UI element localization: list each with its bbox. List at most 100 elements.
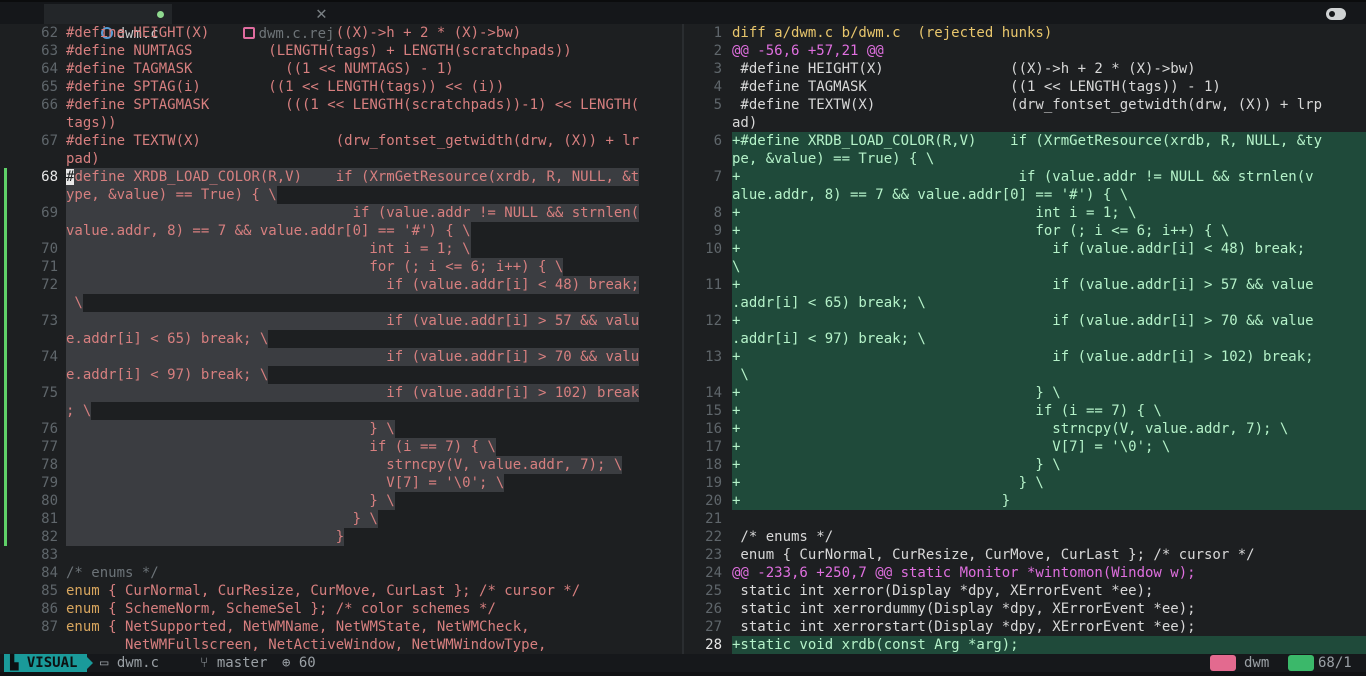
code-line[interactable]: 25 static int xerror(Display *dpy, XErro… xyxy=(684,582,1366,600)
line-text: #define SPTAGMASK (((1 << LENGTH(scratch… xyxy=(66,97,640,113)
code-line[interactable]: 8 + int i = 1; \ xyxy=(684,204,1366,222)
left-editor-pane[interactable]: 62 #define HEIGHT(X) ((X)->h + 2 * (X)->b… xyxy=(0,24,682,654)
code-line[interactable]: 80 } \ xyxy=(0,492,682,510)
code-line[interactable]: 26 static int xerrordummy(Display *dpy, … xyxy=(684,600,1366,618)
code-line[interactable]: 75 if (value.addr[i] > 102) break xyxy=(0,384,682,402)
keyword: enum xyxy=(66,619,100,635)
code-line[interactable]: 68 #define XRDB_LOAD_COLOR(R,V) if (XrmGe… xyxy=(0,168,682,186)
tab-dwm-c[interactable]: dwm.c xyxy=(44,4,172,42)
code-line[interactable]: .addr[i] < 97) break; \ xyxy=(684,330,1366,348)
git-sign-added xyxy=(4,258,7,276)
line-text: #define TAGMASK ((1 << NUMTAGS) - 1) xyxy=(66,61,454,77)
line-text: int i = 1; \ xyxy=(66,240,471,258)
code-line[interactable]: 72 if (value.addr[i] < 48) break; xyxy=(0,276,682,294)
code-line[interactable]: 70 int i = 1; \ xyxy=(0,240,682,258)
code-line[interactable]: ; \ xyxy=(0,402,682,420)
code-line[interactable]: 24 @@ -233,6 +250,7 @@ static Monitor *wi… xyxy=(684,564,1366,582)
code-line[interactable]: 12 + if (value.addr[i] > 70 && value xyxy=(684,312,1366,330)
code-line[interactable]: 86 enum { SchemeNorm, SchemeSel }; /* col… xyxy=(0,600,682,618)
code-line[interactable]: 87 enum { NetSupported, NetWMName, NetWMS… xyxy=(0,618,682,636)
line-text: + } \ xyxy=(732,456,1366,474)
code-line[interactable]: 13 + if (value.addr[i] > 102) break; xyxy=(684,348,1366,366)
code-line[interactable]: 21 xyxy=(684,510,1366,528)
line-number: 63 xyxy=(41,43,58,59)
line-number: 72 xyxy=(41,277,58,293)
code-line[interactable]: 64 #define TAGMASK ((1 << NUMTAGS) - 1) xyxy=(0,60,682,78)
code-line[interactable]: 81 } \ xyxy=(0,510,682,528)
code-line[interactable]: 74 if (value.addr[i] > 70 && valu xyxy=(0,348,682,366)
code-line[interactable]: 28 +static void xrdb(const Arg *arg); xyxy=(684,636,1366,654)
code-line[interactable]: 27 static int xerrorstart(Display *dpy, … xyxy=(684,618,1366,636)
line-text: pe, &value) == True) { \ xyxy=(732,150,1366,168)
line-number: 8 xyxy=(713,205,722,221)
code-line[interactable]: 63 #define NUMTAGS (LENGTH(tags) + LENGTH… xyxy=(0,42,682,60)
code-line[interactable]: 14 + } \ xyxy=(684,384,1366,402)
line-number: 14 xyxy=(705,385,722,401)
code-line[interactable]: 16 + strncpy(V, value.addr, 7); \ xyxy=(684,420,1366,438)
code-line[interactable]: 10 + if (value.addr[i] < 48) break; xyxy=(684,240,1366,258)
code-line[interactable]: 65 #define SPTAG(i) ((1 << LENGTH(tags)) … xyxy=(0,78,682,96)
code-line[interactable]: 17 + V[7] = '\0'; \ xyxy=(684,438,1366,456)
toggle-icon[interactable] xyxy=(1326,8,1346,20)
code-line[interactable]: 7 + if (value.addr != NULL && strnlen(v xyxy=(684,168,1366,186)
code-line[interactable]: 76 } \ xyxy=(0,420,682,438)
code-line[interactable]: 66 #define SPTAGMASK (((1 << LENGTH(scrat… xyxy=(0,96,682,114)
code-line[interactable]: 73 if (value.addr[i] > 57 && valu xyxy=(0,312,682,330)
code-line[interactable]: alue.addr, 8) == 7 && value.addr[0] == '… xyxy=(684,186,1366,204)
code-line[interactable]: pad) xyxy=(0,150,682,168)
git-sign-added xyxy=(4,186,7,204)
code-line[interactable]: 79 V[7] = '\0'; \ xyxy=(0,474,682,492)
code-line[interactable]: 69 if (value.addr != NULL && strnlen( xyxy=(0,204,682,222)
code-line[interactable]: \ xyxy=(0,294,682,312)
filetype-label: dwm xyxy=(1244,655,1270,671)
code-line[interactable]: 62 #define HEIGHT(X) ((X)->h + 2 * (X)->b… xyxy=(0,24,682,42)
code-line[interactable]: value.addr, 8) == 7 && value.addr[0] == … xyxy=(0,222,682,240)
code-line[interactable]: 83 xyxy=(0,546,682,564)
code-line[interactable]: .addr[i] < 65) break; \ xyxy=(684,294,1366,312)
code-line[interactable]: 67 #define TEXTW(X) (drw_fontset_getwidth… xyxy=(0,132,682,150)
editor-window: dwm.c dwm.c.rej ✕ 62 #define HEIGHT(X) ((… xyxy=(0,0,1366,676)
code-line[interactable]: tags)) xyxy=(0,114,682,132)
code-line[interactable]: 5 #define TEXTW(X) (drw_fontset_getwidth… xyxy=(684,96,1366,114)
close-icon[interactable]: ✕ xyxy=(316,4,327,24)
code-line[interactable]: ad) xyxy=(684,114,1366,132)
git-sign-added xyxy=(4,492,7,510)
code-line[interactable]: 3 #define HEIGHT(X) ((X)->h + 2 * (X)->b… xyxy=(684,60,1366,78)
code-line[interactable]: 18 + } \ xyxy=(684,456,1366,474)
line-number: 77 xyxy=(41,439,58,455)
code-line[interactable]: 84 /* enums */ xyxy=(0,564,682,582)
tab-dwm-c-rej[interactable]: dwm.c.rej ✕ xyxy=(172,4,342,42)
code-line[interactable]: 23 enum { CurNormal, CurResize, CurMove,… xyxy=(684,546,1366,564)
code-line[interactable]: 1 diff a/dwm.c b/dwm.c (rejected hunks) xyxy=(684,24,1366,42)
code-line[interactable]: e.addr[i] < 97) break; \ xyxy=(0,366,682,384)
line-text: #define TAGMASK ((1 << LENGTH(tags)) - 1… xyxy=(732,79,1221,95)
code-line[interactable]: 77 if (i == 7) { \ xyxy=(0,438,682,456)
command-line[interactable] xyxy=(0,672,1366,676)
right-editor-pane[interactable]: 1 diff a/dwm.c b/dwm.c (rejected hunks) 2 @… xyxy=(684,24,1366,654)
line-number: 70 xyxy=(41,241,58,257)
code-line[interactable]: 15 + if (i == 7) { \ xyxy=(684,402,1366,420)
code-line[interactable]: 11 + if (value.addr[i] > 57 && value xyxy=(684,276,1366,294)
keyword: enum xyxy=(66,601,100,617)
code-line[interactable]: 9 + for (; i <= 6; i++) { \ xyxy=(684,222,1366,240)
code-line[interactable]: 2 @@ -56,6 +57,21 @@ xyxy=(684,42,1366,60)
code-line[interactable]: ype, &value) == True) { \ xyxy=(0,186,682,204)
code-line[interactable]: 20 + } xyxy=(684,492,1366,510)
code-line[interactable]: pe, &value) == True) { \ xyxy=(684,150,1366,168)
code-line[interactable]: NetWMFullscreen, NetActiveWindow, NetWMW… xyxy=(0,636,682,654)
code-line[interactable]: \ xyxy=(684,366,1366,384)
code-line[interactable]: 19 + } \ xyxy=(684,474,1366,492)
code-line[interactable]: 4 #define TAGMASK ((1 << LENGTH(tags)) -… xyxy=(684,78,1366,96)
code-line[interactable]: 6 +#define XRDB_LOAD_COLOR(R,V) if (XrmGe… xyxy=(684,132,1366,150)
line-number: 66 xyxy=(41,97,58,113)
code-line[interactable]: 71 for (; i <= 6; i++) { \ xyxy=(0,258,682,276)
code-line[interactable]: e.addr[i] < 65) break; \ xyxy=(0,330,682,348)
code-line[interactable]: \ xyxy=(684,258,1366,276)
code-line[interactable]: 82 } xyxy=(0,528,682,546)
code-line[interactable]: 85 enum { CurNormal, CurResize, CurMove, … xyxy=(0,582,682,600)
code-line[interactable]: 22 /* enums */ xyxy=(684,528,1366,546)
line-number: 1 xyxy=(713,25,722,41)
git-sign-added xyxy=(4,384,7,402)
code-line[interactable]: 78 strncpy(V, value.addr, 7); \ xyxy=(0,456,682,474)
cursor: # xyxy=(66,169,75,185)
